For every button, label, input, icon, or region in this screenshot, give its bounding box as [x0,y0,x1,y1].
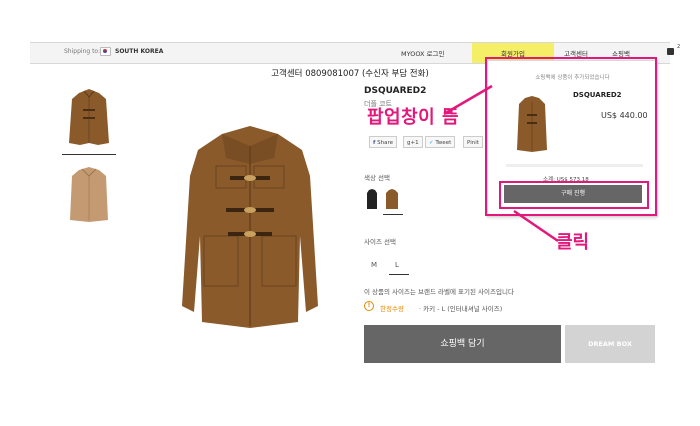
facebook-share-button[interactable]: f Share [369,136,398,148]
color-selected-indicator [383,214,403,215]
limited-quantity-detail: · 카키 - L (인터내셔널 사이즈) [419,305,503,313]
size-selected-indicator [389,274,409,275]
add-to-bag-button[interactable]: 쇼핑백 담기 [364,325,561,363]
google-plus-button[interactable]: g+1 [403,136,423,148]
tweet-button[interactable]: ✓ Tweet [425,136,456,148]
color-swatch-camel[interactable] [385,188,399,210]
pinterest-icon: Pinit [467,140,479,146]
color-swatch-black[interactable] [366,188,378,210]
nav-login[interactable]: MYOOX 로그인 [401,48,445,58]
size-note: 이 상품의 사이즈는 브랜드 라벨에 표기된 사이즈입니다 [364,288,514,296]
thumbnail-selected-indicator [62,154,116,155]
thumbnail-back[interactable] [62,162,116,228]
product-brand: DSQUARED2 [364,86,427,96]
flag-korea-icon [100,47,111,56]
shipping-label: Shipping to: [64,48,101,55]
country-selector[interactable]: SOUTH KOREA [115,48,163,55]
facebook-icon: f [373,140,376,146]
warning-icon: ! [364,301,374,311]
product-main-image [182,126,318,328]
annotation-popup-text: 팝업창이 뜸 [367,107,460,128]
bag-count: 2 [677,44,681,50]
limited-quantity-label: 한정수량 [380,305,404,313]
size-option-m[interactable]: M [371,261,377,269]
annotation-arrow-click [513,209,559,243]
size-select-label: 사이즈 선택 [364,238,396,246]
shopping-bag-icon[interactable] [667,48,674,55]
pinit-button[interactable]: Pinit [463,136,483,148]
size-option-l[interactable]: L [395,261,399,269]
thumbnail-front[interactable] [62,85,116,151]
annotation-click-text: 클릭 [556,232,590,253]
dream-box-button[interactable]: DREAM BOX [565,325,655,363]
color-select-label: 색상 선택 [364,174,390,182]
twitter-icon: ✓ [429,140,434,146]
